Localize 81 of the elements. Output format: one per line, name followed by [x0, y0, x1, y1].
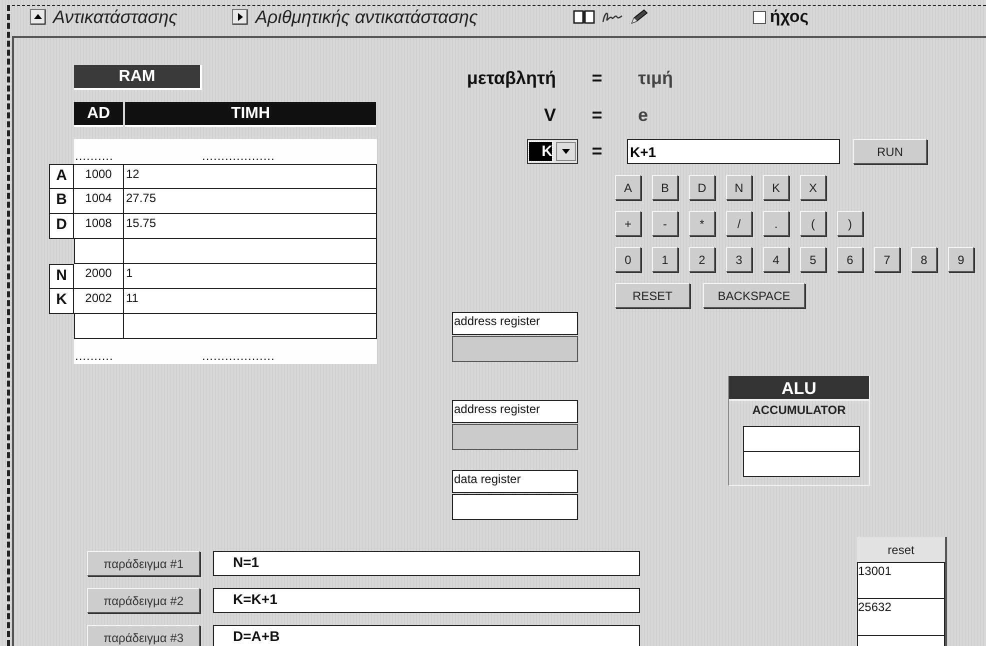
table-cell: 27.75 — [124, 189, 377, 214]
column-header: AD — [74, 102, 123, 127]
table-cell — [74, 239, 124, 264]
key-button[interactable]: 1 — [652, 247, 678, 272]
accumulator-label: ACCUMULATOR — [751, 403, 847, 417]
variable-cell: K — [49, 289, 74, 314]
variable-cell: B — [49, 189, 74, 214]
sound-checkbox[interactable] — [752, 10, 766, 24]
heading-text: τιμή — [638, 68, 674, 88]
variable-cell: D — [49, 214, 74, 239]
run-button[interactable]: RUN — [853, 139, 927, 164]
equals-sign: = — [590, 104, 604, 126]
key-button[interactable]: - — [652, 211, 678, 236]
example-button[interactable]: παράδειγμα #1 — [87, 551, 200, 576]
heading-text: μεταβλητή — [466, 68, 556, 88]
code-field: K=K+1 — [213, 588, 640, 613]
key-button[interactable]: K — [763, 175, 789, 200]
table-cell: 1 — [124, 264, 377, 289]
reset-button[interactable]: RESET — [615, 283, 690, 308]
label-text: e — [638, 104, 648, 126]
key-button[interactable]: 9 — [948, 247, 974, 272]
key-button[interactable]: / — [726, 211, 752, 236]
register-label: address register — [452, 400, 578, 423]
reset-button[interactable]: reset — [857, 537, 945, 562]
play-icon[interactable] — [232, 9, 248, 25]
variable-cell: N — [49, 264, 74, 289]
key-button[interactable]: 3 — [726, 247, 752, 272]
code-field: D=A+B — [213, 625, 640, 646]
table-cell — [74, 314, 124, 339]
variable-cell: A — [49, 164, 74, 189]
key-button[interactable]: 7 — [874, 247, 900, 272]
table-cell: 11 — [124, 289, 377, 314]
variable-dropdown[interactable]: K — [527, 139, 578, 164]
equals-sign: = — [590, 68, 604, 88]
book-icon[interactable] — [572, 9, 595, 25]
history-cell: 13001 — [857, 562, 945, 599]
table-cell: 15.75 — [124, 214, 377, 239]
table-cell: 1000 — [74, 164, 124, 189]
backspace-button[interactable]: BACKSPACE — [703, 283, 805, 308]
key-button[interactable]: B — [652, 175, 678, 200]
example-button[interactable]: παράδειγμα #2 — [87, 588, 200, 613]
code-field: N=1 — [213, 551, 640, 576]
label-text: V — [542, 104, 556, 126]
key-button[interactable]: 2 — [689, 247, 715, 272]
equals-sign: = — [590, 141, 604, 162]
key-button[interactable]: 5 — [800, 247, 826, 272]
ram-title: RAM — [74, 65, 202, 90]
key-button[interactable]: 8 — [911, 247, 937, 272]
table-cell: 1008 — [74, 214, 124, 239]
key-button[interactable]: . — [763, 211, 789, 236]
key-button[interactable]: 0 — [615, 247, 641, 272]
key-button[interactable]: A — [615, 175, 641, 200]
nav-link[interactable]: Αριθμητικής αντικατάστασης — [255, 6, 478, 28]
key-button[interactable]: N — [726, 175, 752, 200]
nav-link[interactable]: Αντικατάστασης — [53, 6, 178, 28]
column-header: TIMH — [125, 102, 376, 127]
key-button[interactable]: 6 — [837, 247, 863, 272]
key-button[interactable]: ) — [837, 211, 863, 236]
ellipsis-text: .......... — [74, 139, 202, 164]
pencil-icon[interactable] — [628, 9, 649, 25]
key-button[interactable]: D — [689, 175, 715, 200]
register-label: data register — [452, 470, 578, 493]
ellipsis-text: ................... — [202, 139, 377, 164]
key-button[interactable]: 4 — [763, 247, 789, 272]
checkbox-label: ήχος — [770, 7, 809, 27]
caret-icon[interactable] — [561, 148, 572, 154]
table-cell: 2000 — [74, 264, 124, 289]
ellipsis-text: .......... — [74, 339, 202, 364]
history-cell: 25632 — [857, 599, 945, 636]
table-cell: 2002 — [74, 289, 124, 314]
table-cell: 1004 — [74, 189, 124, 214]
register-label: address register — [452, 312, 578, 335]
alu-title: ALU — [729, 376, 869, 401]
key-button[interactable]: + — [615, 211, 641, 236]
example-button[interactable]: παράδειγμα #3 — [87, 625, 200, 646]
key-button[interactable]: ( — [800, 211, 826, 236]
key-button[interactable]: X — [800, 175, 826, 200]
ellipsis-text: ................... — [202, 339, 377, 364]
key-button[interactable]: * — [689, 211, 715, 236]
expression-field[interactable]: K+1 — [627, 139, 840, 164]
table-cell: 12 — [124, 164, 377, 189]
